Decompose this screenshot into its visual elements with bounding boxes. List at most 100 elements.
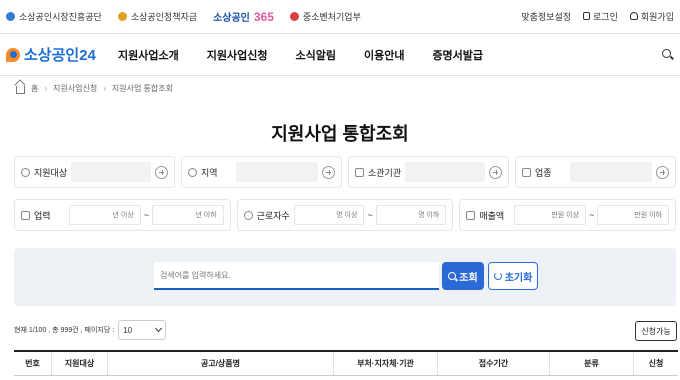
range-inputs: 년 이상 ~ 년 이하 (69, 205, 224, 225)
business-years-min-input[interactable]: 년 이상 (69, 205, 141, 225)
per-page-select[interactable]: 10 (118, 320, 167, 340)
business-years-max-input[interactable]: 년 이하 (151, 205, 224, 225)
filter-label-text: 지역 (201, 167, 218, 178)
filter-label: 소관기관 (355, 166, 401, 179)
site-link-sbiz365[interactable]: 소상공인 365 (213, 9, 274, 25)
filter-label: 업종 (522, 166, 566, 179)
location-pin-icon (188, 167, 197, 177)
column-header-agency[interactable]: 부처·지자체·기관 (334, 352, 438, 375)
reset-button-label: 초기화 (504, 272, 533, 284)
filter-label-text: 소관기관 (368, 167, 402, 178)
home-icon[interactable] (16, 85, 25, 94)
login-link[interactable]: 로그인 (583, 10, 618, 23)
site-label: 중소벤처기업부 (302, 12, 361, 22)
filter-industry: 업종 (515, 156, 676, 188)
filter-agency: 소관기관 (348, 156, 509, 188)
site-label: 소상공인시장진흥공단 (19, 12, 102, 22)
login-label: 로그인 (593, 12, 618, 22)
range-separator: ~ (367, 210, 373, 220)
chevron-right-icon: › (44, 83, 48, 93)
filter-row-categories: 지원대상 지역 소관기관 업종 (14, 156, 676, 188)
add-circle-icon[interactable] (322, 165, 335, 179)
logo-mark-icon (6, 47, 20, 62)
utility-links: 맞춤정보설정 로그인 회원가입 (521, 10, 674, 23)
top-utility-bar: 소상공인시장진흥공단 소상공인정책자금 소상공인 365 중소벤처기업부 맞춤정보… (0, 0, 680, 34)
filter-label-text: 매출액 (479, 210, 505, 221)
family-sites: 소상공인시장진흥공단 소상공인정책자금 소상공인 365 중소벤처기업부 (6, 9, 361, 24)
range-inputs: 만원 이상 ~ 만원 이하 (514, 205, 670, 225)
filter-label: 매출액 (466, 209, 510, 222)
site-link-mss[interactable]: 중소벤처기업부 (289, 10, 361, 23)
signup-link[interactable]: 회원가입 (629, 10, 674, 23)
filter-agency-select[interactable] (405, 162, 485, 182)
filter-label: 근로자수 (243, 209, 290, 222)
magnifier-icon (448, 272, 457, 280)
column-header-category[interactable]: 분류 (550, 352, 634, 375)
results-table-header: 번호 지원대상 공고/상품명 부처·지자체·기관 접수기간 분류 신청 (14, 350, 678, 376)
search-button-label: 조회 (459, 272, 478, 284)
range-separator: ~ (589, 210, 595, 220)
column-header-title[interactable]: 공고/상품명 (108, 352, 334, 375)
filter-label: 업력 (21, 209, 65, 222)
breadcrumb-item[interactable]: 지원사업신청 (53, 83, 97, 94)
column-header-apply[interactable]: 신청 (634, 352, 678, 375)
menu-item-program-intro[interactable]: 지원사업소개 (118, 47, 179, 63)
sbiz365-brand-text: 소상공인 (213, 13, 250, 24)
filter-label: 지원대상 (21, 166, 67, 179)
revenue-max-input[interactable]: 만원 이하 (597, 205, 670, 225)
search-input[interactable] (154, 262, 439, 290)
filter-region: 지역 (181, 156, 342, 188)
filter-target-select[interactable] (71, 162, 151, 182)
signup-label: 회원가입 (640, 12, 674, 22)
menu-item-program-apply[interactable]: 지원사업신청 (207, 47, 268, 63)
filter-label-text: 업력 (34, 210, 51, 221)
search-area: 조회 초기화 (14, 248, 676, 306)
search-button[interactable]: 조회 (442, 262, 484, 290)
filter-label-text: 지원대상 (34, 167, 68, 178)
add-circle-icon[interactable] (155, 165, 168, 179)
site-logo[interactable]: 소상공인24 (6, 44, 110, 65)
refresh-icon (493, 272, 502, 280)
site-link-policy-fund[interactable]: 소상공인정책자금 (117, 10, 198, 23)
per-page-value: 10 (123, 325, 133, 335)
mss-emblem-icon (289, 12, 299, 21)
menu-item-certificates[interactable]: 증명서발급 (432, 47, 483, 63)
main-menu: 지원사업소개 지원사업신청 소식알림 이용안내 증명서발급 (118, 47, 483, 63)
column-header-period[interactable]: 접수기간 (438, 352, 550, 375)
column-header-target[interactable]: 지원대상 (52, 352, 108, 375)
range-separator: ~ (143, 210, 149, 220)
chevron-right-icon: › (103, 83, 106, 93)
available-filter-button[interactable]: 신청가능 (635, 321, 677, 341)
menu-item-news[interactable]: 소식알림 (295, 47, 335, 63)
filter-revenue: 매출액 만원 이상 ~ 만원 이하 (459, 199, 677, 231)
semas-logo-icon (6, 12, 15, 21)
column-header-number[interactable]: 번호 (14, 352, 52, 375)
employees-min-input[interactable]: 명 이상 (293, 205, 365, 225)
add-circle-icon[interactable] (656, 165, 669, 179)
results-summary: 현재 1/100 , 총 999건 , 페이지당 : (14, 327, 115, 334)
site-label: 소상공인정책자금 (130, 12, 198, 22)
filter-target: 지원대상 (14, 156, 175, 188)
money-icon (466, 210, 476, 220)
employees-max-input[interactable]: 명 이하 (375, 205, 447, 225)
menu-item-guide[interactable]: 이용안내 (364, 47, 404, 63)
filter-label-text: 근로자수 (256, 210, 290, 221)
policy-fund-logo-icon (117, 12, 127, 21)
breadcrumb-home[interactable]: 홈 (31, 83, 38, 94)
search-icon[interactable] (662, 48, 674, 61)
custom-info-settings-link[interactable]: 맞춤정보설정 (521, 10, 571, 23)
site-link-semas[interactable]: 소상공인시장진흥공단 (6, 10, 102, 23)
reset-button[interactable]: 초기화 (488, 262, 538, 290)
filter-label-text: 업종 (535, 167, 552, 178)
bulb-icon (21, 167, 30, 177)
filter-business-years: 업력 년 이상 ~ 년 이하 (14, 199, 231, 231)
filter-region-select[interactable] (236, 162, 318, 182)
global-navigation: 소상공인24 지원사업소개 지원사업신청 소식알림 이용안내 증명서발급 (0, 34, 680, 76)
revenue-min-input[interactable]: 만원 이상 (514, 205, 587, 225)
breadcrumb: 홈 › 지원사업신청 › 지원사업 통합조회 (0, 78, 680, 98)
people-icon (243, 210, 253, 220)
add-circle-icon[interactable] (489, 165, 502, 179)
filter-label: 지역 (188, 166, 232, 179)
sbiz365-brand-number: 365 (253, 9, 274, 24)
filter-industry-select[interactable] (570, 162, 652, 182)
